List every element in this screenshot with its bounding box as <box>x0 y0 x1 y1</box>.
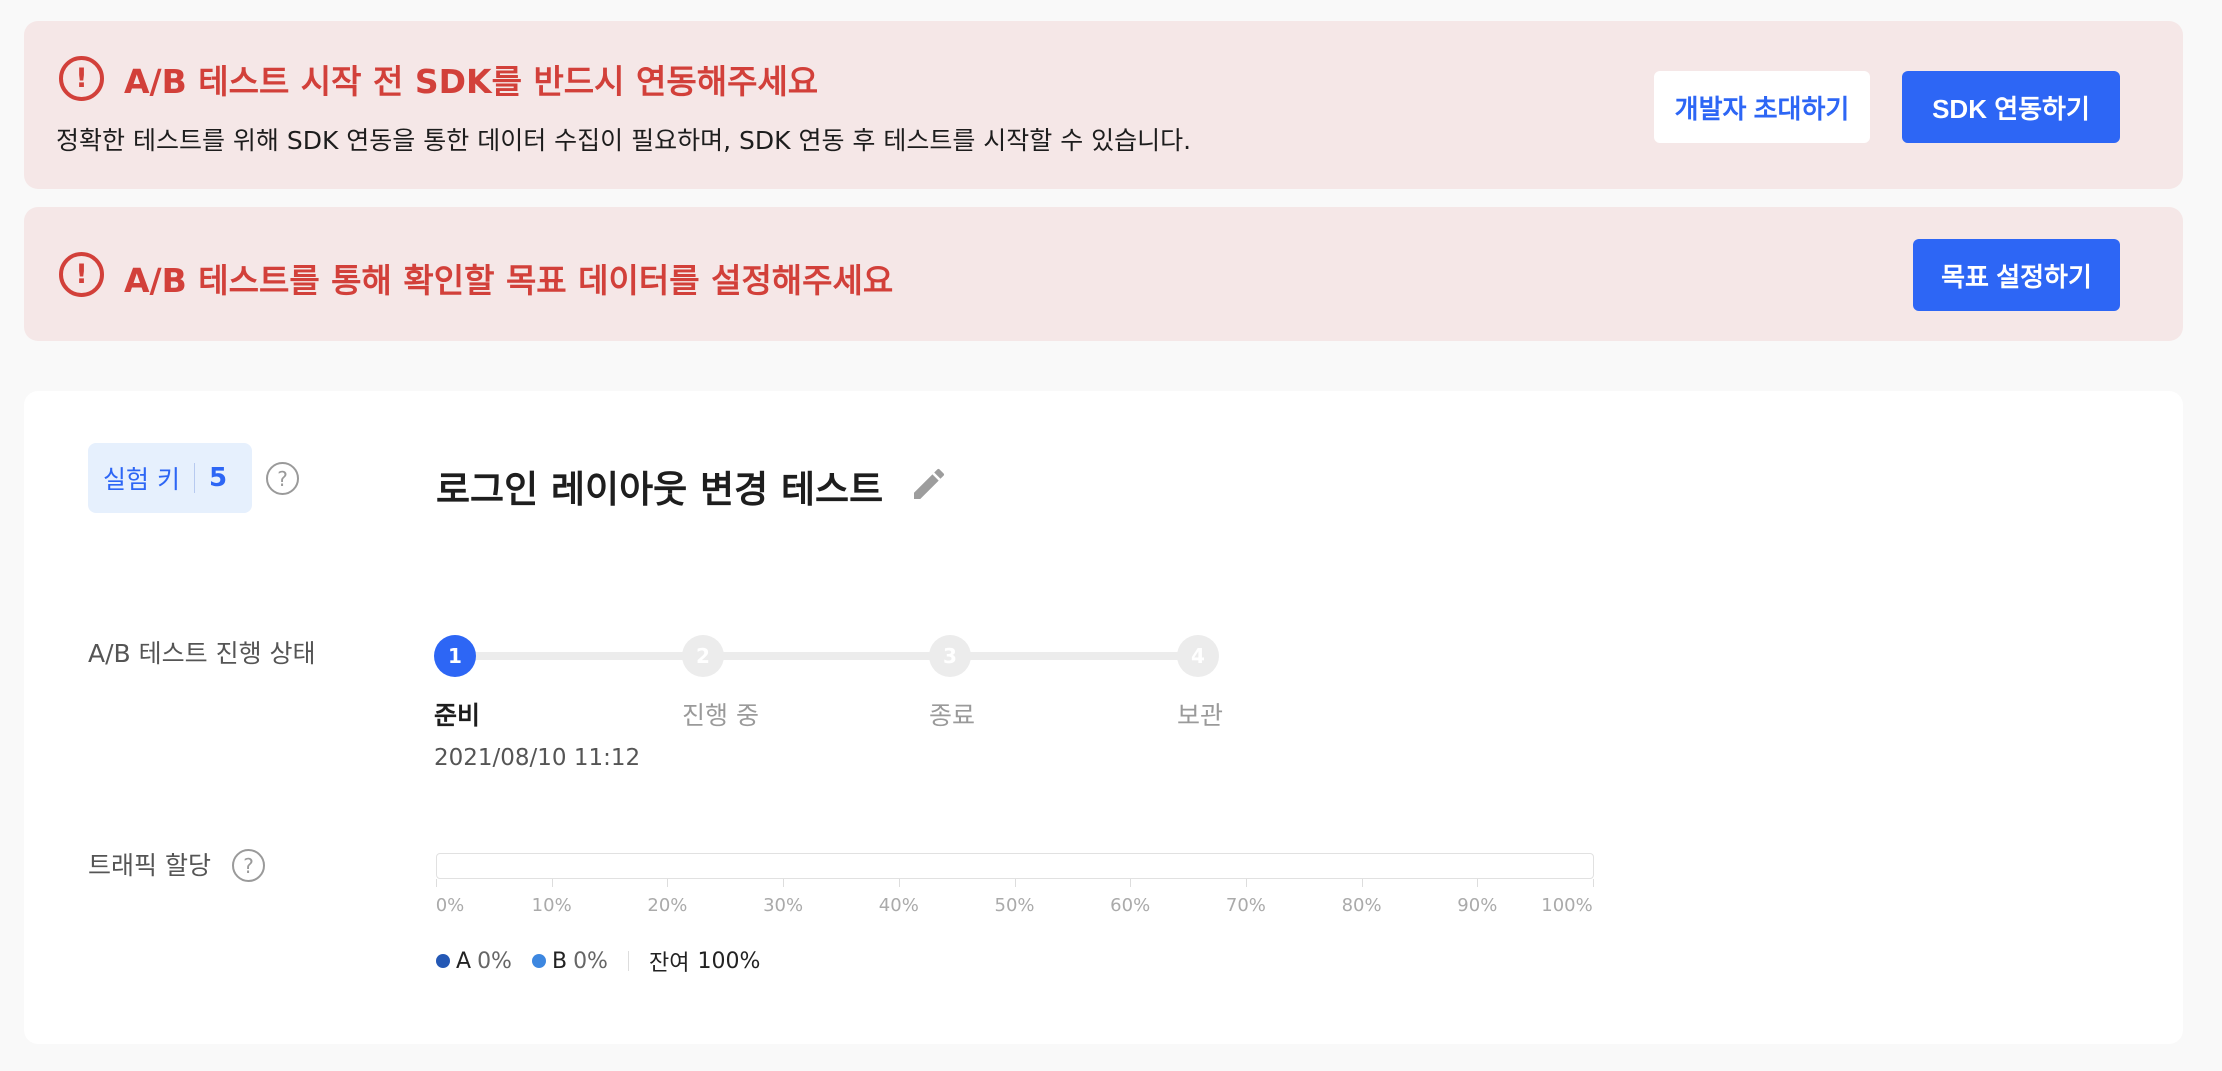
traffic-allocation-bar[interactable] <box>436 853 1594 879</box>
step-circle-1: 1 <box>434 635 476 677</box>
scale-tick-label: 30% <box>763 895 804 916</box>
status-step-track <box>474 652 1204 660</box>
step-label-ended: 종료 <box>929 701 976 730</box>
step-label-ready: 준비 <box>434 701 481 730</box>
legend-remaining-label: 잔여 <box>648 951 690 976</box>
experiment-key-badge: 실험 키 5 <box>88 443 252 513</box>
scale-tick-label: 90% <box>1457 895 1498 916</box>
set-goal-button[interactable]: 목표 설정하기 <box>1913 239 2120 311</box>
series-b-dot <box>531 954 546 968</box>
scale-tick <box>1245 879 1247 887</box>
scale-tick-label: 20% <box>647 895 688 916</box>
legend-a-label: A <box>456 948 472 974</box>
scale-tick-label: 70% <box>1225 895 1266 916</box>
connect-sdk-button[interactable]: SDK 연동하기 <box>1902 71 2120 143</box>
traffic-legend: A 0% B 0% 잔여 100% <box>436 945 780 977</box>
traffic-row-label: 트래픽 할당 <box>88 851 211 880</box>
scale-tick <box>1361 879 1363 887</box>
help-icon[interactable]: ? <box>232 849 265 882</box>
scale-tick <box>436 879 437 887</box>
experiment-title: 로그인 레이아웃 변경 테스트 <box>436 468 884 511</box>
legend-remaining-value: 100% <box>697 948 761 974</box>
goal-alert-banner: ! A/B 테스트를 통해 확인할 목표 데이터를 설정해주세요 목표 설정하기 <box>24 207 2183 341</box>
alert-icon: ! <box>59 252 104 297</box>
legend-remaining: 잔여 100% <box>649 945 760 977</box>
pencil-edit-icon[interactable] <box>909 464 949 504</box>
series-a-dot <box>436 954 450 968</box>
invite-developer-button[interactable]: 개발자 초대하기 <box>1654 71 1870 143</box>
experiment-key-label: 실험 키 <box>103 465 180 494</box>
scale-tick-label: 0% <box>435 895 465 916</box>
scale-tick-label: 80% <box>1341 895 1382 916</box>
scale-tick-label: 10% <box>531 895 572 916</box>
scale-tick-label: 100% <box>1541 895 1593 916</box>
ab-test-page: ! A/B 테스트 시작 전 SDK를 반드시 연동해주세요 정확한 테스트를 … <box>0 0 2222 1071</box>
legend-a-value: 0% <box>477 948 512 974</box>
step-circle-3: 3 <box>929 635 971 677</box>
legend-b-label: B <box>551 948 568 974</box>
sdk-alert-banner: ! A/B 테스트 시작 전 SDK를 반드시 연동해주세요 정확한 테스트를 … <box>24 21 2183 189</box>
legend-b-value: 0% <box>573 948 608 974</box>
step-circle-4: 4 <box>1177 635 1219 677</box>
step-label-archived: 보관 <box>1177 701 1224 730</box>
scale-tick <box>1593 879 1594 887</box>
experiment-key-value: 5 <box>208 463 228 493</box>
sdk-alert-title: A/B 테스트 시작 전 SDK를 반드시 연동해주세요 <box>124 62 819 101</box>
scale-tick <box>667 879 669 887</box>
scale-tick-label: 60% <box>1110 895 1151 916</box>
legend-a: A 0% <box>436 949 512 974</box>
key-divider <box>193 463 195 493</box>
goal-alert-title: A/B 테스트를 통해 확인할 목표 데이터를 설정해주세요 <box>124 261 894 300</box>
help-icon[interactable]: ? <box>266 462 299 495</box>
scale-tick <box>1014 879 1016 887</box>
status-row-label: A/B 테스트 진행 상태 <box>88 639 316 668</box>
status-date: 2021/08/10 11:12 <box>434 745 641 771</box>
scale-tick <box>1130 879 1132 887</box>
scale-tick <box>898 879 900 887</box>
legend-b: B 0% <box>531 948 608 974</box>
step-label-in-progress: 진행 중 <box>682 701 759 730</box>
scale-tick-label: 40% <box>878 895 919 916</box>
legend-divider <box>627 951 629 971</box>
alert-icon: ! <box>59 56 104 101</box>
experiment-card: 실험 키 5 ? 로그인 레이아웃 변경 테스트 A/B 테스트 진행 상태 1… <box>24 391 2183 1044</box>
scale-tick <box>551 879 553 887</box>
scale-tick <box>783 879 785 887</box>
scale-tick <box>1477 879 1479 887</box>
step-circle-2: 2 <box>682 635 724 677</box>
scale-tick-label: 50% <box>994 895 1035 916</box>
sdk-alert-description: 정확한 테스트를 위해 SDK 연동을 통한 데이터 수집이 필요하며, SDK… <box>56 126 1192 155</box>
